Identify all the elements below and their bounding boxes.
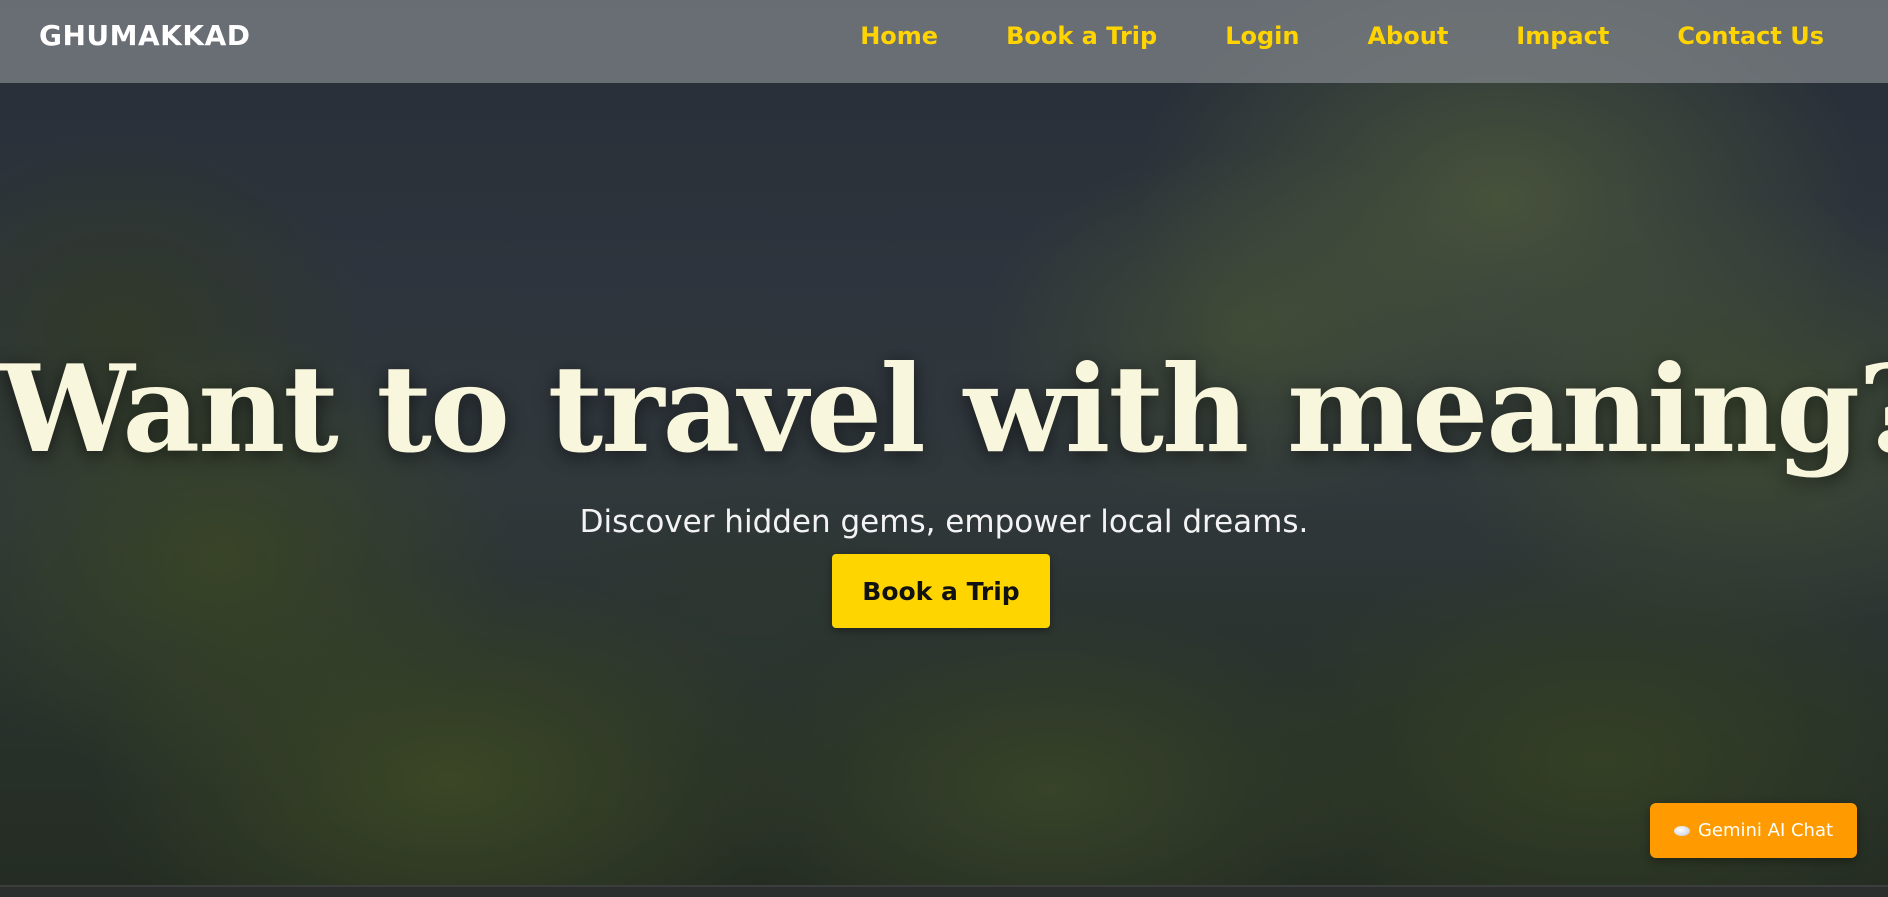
hero-title: Want to travel with meaning? [0, 339, 1888, 480]
hero-subtitle: Discover hidden gems, empower local drea… [579, 504, 1309, 540]
nav-link-login[interactable]: Login [1225, 22, 1299, 50]
cloud-icon [1673, 825, 1690, 836]
bottom-edge [0, 885, 1888, 897]
book-a-trip-button[interactable]: Book a Trip [832, 554, 1050, 628]
nav-link-impact[interactable]: Impact [1516, 22, 1609, 50]
gemini-chat-button[interactable]: Gemini AI Chat [1650, 803, 1857, 858]
nav-links: Home Book a Trip Login About Impact Cont… [860, 22, 1824, 50]
nav-link-home[interactable]: Home [860, 22, 938, 50]
chat-button-label: Gemini AI Chat [1697, 820, 1834, 841]
nav-link-contact-us[interactable]: Contact Us [1677, 22, 1824, 50]
brand-logo[interactable]: GHUMAKKAD [39, 19, 251, 52]
landing-page: GHUMAKKAD Home Book a Trip Login About I… [0, 0, 1888, 897]
nav-link-about[interactable]: About [1367, 22, 1448, 50]
navbar: GHUMAKKAD Home Book a Trip Login About I… [0, 0, 1888, 83]
nav-link-book-a-trip[interactable]: Book a Trip [1006, 22, 1157, 50]
